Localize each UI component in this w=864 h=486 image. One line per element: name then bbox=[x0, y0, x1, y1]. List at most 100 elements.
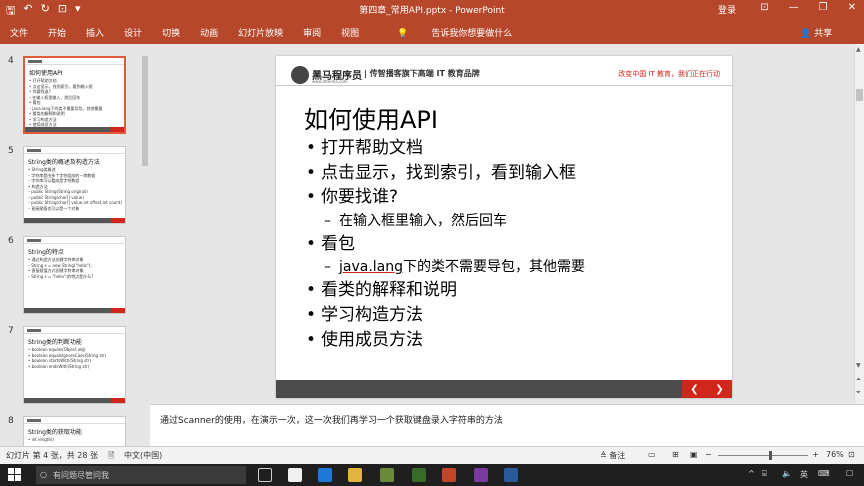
logo-icon bbox=[27, 328, 41, 332]
spellcheck-icon[interactable]: 🗎 bbox=[108, 450, 114, 464]
thumbnail-footer bbox=[24, 398, 125, 403]
sub-bullet-item: java.lang下的类不需要导包，其他需要 bbox=[306, 256, 716, 278]
minimize-icon[interactable]: — bbox=[789, 2, 799, 13]
brand-url: www.itheima.com bbox=[312, 79, 348, 84]
thumbnails-scrollbar[interactable] bbox=[140, 44, 150, 446]
tell-me-box[interactable]: 💡 告诉我你想要做什么 bbox=[377, 26, 532, 39]
volume-icon[interactable]: 🔈 bbox=[782, 469, 792, 478]
keyboard-icon[interactable]: ⌨ bbox=[818, 469, 830, 478]
thumbnail-number: 7 bbox=[8, 326, 14, 336]
thumbnail-body: • int length() bbox=[24, 437, 125, 443]
notes-text: 通过Scanner的使用，在演示一次，这一次我们再学习一个获取键盘录入字符串的方… bbox=[160, 416, 503, 426]
scroll-up-icon[interactable]: ▲ bbox=[856, 46, 861, 53]
app-icon[interactable] bbox=[380, 468, 394, 482]
slide-header: 黑马程序员 www.itheima.com | 传智播客旗下高端 IT 教育品牌… bbox=[276, 56, 732, 86]
slide-thumbnail-selected[interactable]: 如何使用API • 打开帮助文档 • 点击显示，找到索引，看到输入框 • 你要找… bbox=[23, 56, 126, 134]
next-arrow-icon[interactable]: ❯ bbox=[715, 384, 723, 395]
bullet-item: 打开帮助文档 bbox=[306, 136, 716, 161]
thumbnail-header bbox=[24, 417, 125, 424]
ribbon-tabs: 文件 开始 插入 设计 切换 动画 幻灯片放映 审阅 视图 💡 告诉我你想要做什… bbox=[0, 20, 532, 44]
normal-view-icon[interactable]: ▭ bbox=[648, 450, 656, 459]
share-label: 共享 bbox=[814, 29, 833, 39]
app-icon[interactable] bbox=[504, 468, 518, 482]
tab-slideshow[interactable]: 幻灯片放映 bbox=[228, 26, 293, 39]
tray-expand-icon[interactable]: ^ bbox=[748, 469, 755, 478]
thumbnail-body: • 通过构造方法创建字符串对象 – String s = new String(… bbox=[24, 257, 125, 279]
zoom-level[interactable]: 76% bbox=[826, 450, 844, 459]
bullet-item: 使用成员方法 bbox=[306, 328, 716, 353]
task-view-icon[interactable] bbox=[258, 468, 272, 482]
ribbon: 文件 开始 插入 设计 切换 动画 幻灯片放映 审阅 视图 💡 告诉我你想要做什… bbox=[0, 20, 864, 44]
thumbnail-row[interactable]: 4 如何使用API • 打开帮助文档 • 点击显示，找到索引，看到输入框 • 你… bbox=[0, 56, 140, 136]
store-icon[interactable] bbox=[288, 468, 302, 482]
file-explorer-icon[interactable] bbox=[348, 468, 362, 482]
slide-thumbnail[interactable]: String类的判断功能 • boolean equals(Object obj… bbox=[23, 326, 126, 404]
notes-toggle-button[interactable]: ≜ 备注 bbox=[600, 450, 625, 461]
underlined-term: java.lang bbox=[339, 259, 404, 276]
tab-animations[interactable]: 动画 bbox=[190, 26, 228, 39]
powerpoint-icon[interactable] bbox=[442, 468, 456, 482]
app-icon[interactable] bbox=[412, 468, 426, 482]
thumbnail-line: – String s = "hello";的特点是什么? bbox=[28, 273, 94, 279]
scrollbar-thumb[interactable] bbox=[856, 89, 863, 101]
window-controls: ⊡ — ❐ ✕ bbox=[760, 2, 856, 13]
windows-taskbar: ○ 有问题尽管问我 ^ ⌸ 🔈 英 ⌨ ☐ bbox=[0, 464, 864, 486]
ribbon-options-icon[interactable]: ⊡ bbox=[760, 2, 768, 13]
thumbnail-number: 8 bbox=[8, 416, 14, 426]
zoom-out-button[interactable]: − bbox=[705, 450, 712, 459]
share-button[interactable]: 👤 共享 bbox=[800, 26, 832, 39]
windows-start-icon[interactable] bbox=[8, 468, 22, 482]
edge-browser-icon[interactable] bbox=[318, 468, 332, 482]
slide-title[interactable]: 如何使用API bbox=[304, 100, 438, 135]
thumbnail-number: 5 bbox=[8, 146, 14, 156]
language-indicator[interactable]: 中文(中国) bbox=[124, 450, 162, 461]
slide-sorter-icon[interactable]: ⊞ bbox=[672, 450, 679, 459]
prev-arrow-icon[interactable]: ❮ bbox=[690, 384, 698, 395]
tab-home[interactable]: 开始 bbox=[38, 26, 76, 39]
tab-insert[interactable]: 插入 bbox=[76, 26, 114, 39]
logo-icon bbox=[27, 238, 41, 242]
prev-slide-icon[interactable]: ⏶ bbox=[856, 376, 861, 384]
slide-thumbnail[interactable]: String的特点 • 通过构造方法创建字符串对象 – String s = n… bbox=[23, 236, 126, 314]
thumbnail-row[interactable]: 6 String的特点 • 通过构造方法创建字符串对象 – String s =… bbox=[0, 236, 140, 316]
slide-thumbnail[interactable]: String类的获取功能 • int length() bbox=[23, 416, 126, 446]
tab-design[interactable]: 设计 bbox=[114, 26, 152, 39]
zoom-slider[interactable] bbox=[718, 455, 808, 456]
fit-slide-icon[interactable]: ⊡ bbox=[848, 450, 855, 459]
thumbnail-row[interactable]: 5 String类的概述及构造方法 • String类概述 – 字符串是由多个字… bbox=[0, 146, 140, 226]
zoom-slider-thumb[interactable] bbox=[769, 451, 772, 460]
network-icon[interactable]: ⌸ bbox=[762, 469, 767, 479]
person-icon: 👤 bbox=[800, 29, 812, 39]
thumbnail-line: – 直接赋值也可以是一个对象 bbox=[28, 205, 80, 211]
brand-logo-icon bbox=[291, 66, 309, 84]
scrollbar-thumb[interactable] bbox=[142, 56, 148, 166]
slide-bullet-list[interactable]: 打开帮助文档 点击显示，找到索引，看到输入框 你要找谁? 在输入框里输入，然后回… bbox=[306, 136, 716, 352]
tab-transitions[interactable]: 切换 bbox=[152, 26, 190, 39]
thumbnail-header bbox=[25, 58, 124, 65]
cortana-search-box[interactable]: ○ 有问题尽管问我 bbox=[36, 466, 246, 484]
tab-review[interactable]: 审阅 bbox=[293, 26, 331, 39]
thumbnail-number: 4 bbox=[8, 56, 14, 66]
title-bar: 🖫 ↶ ↻ ⊡ ▾ 第四章_常用API.pptx - PowerPoint 登录… bbox=[0, 0, 864, 20]
thumbnail-title: String的特点 bbox=[28, 249, 64, 256]
bullet-item: 你要找谁? bbox=[306, 185, 716, 210]
scroll-down-icon[interactable]: ▼ bbox=[856, 362, 861, 369]
thumbnail-footer bbox=[25, 127, 124, 132]
ime-indicator[interactable]: 英 bbox=[800, 469, 808, 480]
close-icon[interactable]: ✕ bbox=[848, 2, 856, 13]
next-slide-icon[interactable]: ⏷ bbox=[856, 389, 861, 397]
zoom-in-button[interactable]: + bbox=[812, 450, 819, 459]
reading-view-icon[interactable]: ▣ bbox=[690, 450, 698, 459]
notes-pane[interactable]: 通过Scanner的使用，在演示一次，这一次我们再学习一个获取键盘录入字符串的方… bbox=[150, 404, 864, 446]
thumbnail-row[interactable]: 8 String类的获取功能 • int length() bbox=[0, 416, 140, 446]
current-slide[interactable]: 黑马程序员 www.itheima.com | 传智播客旗下高端 IT 教育品牌… bbox=[276, 56, 732, 398]
tab-view[interactable]: 视图 bbox=[331, 26, 369, 39]
notification-icon[interactable]: ☐ bbox=[846, 469, 853, 478]
restore-icon[interactable]: ❐ bbox=[819, 2, 828, 13]
thumbnail-row[interactable]: 7 String类的判断功能 • boolean equals(Object o… bbox=[0, 326, 140, 406]
tab-file[interactable]: 文件 bbox=[0, 26, 38, 39]
slide-thumbnail[interactable]: String类的概述及构造方法 • String类概述 – 字符串是由多个字符组… bbox=[23, 146, 126, 224]
slide-vertical-scrollbar[interactable]: ▲ ▼ ⏶ ⏷ bbox=[854, 44, 864, 404]
login-button[interactable]: 登录 bbox=[718, 3, 736, 16]
app-icon[interactable] bbox=[474, 468, 488, 482]
